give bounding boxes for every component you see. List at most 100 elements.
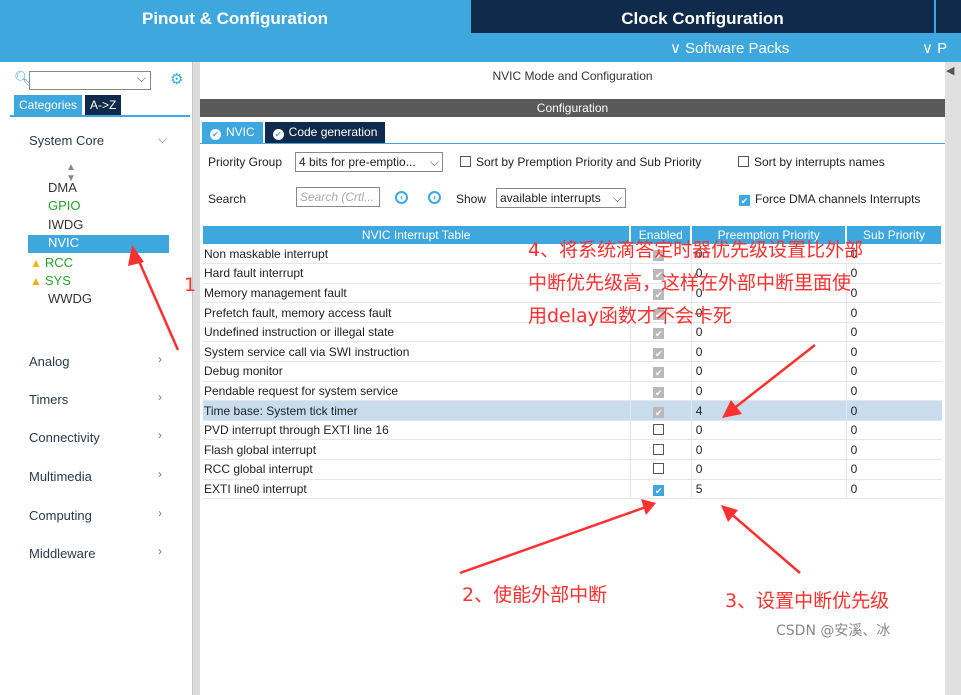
priority-group-label: Priority Group (208, 155, 283, 169)
table-row[interactable]: PVD interrupt through EXTI line 16 0 0 (203, 420, 942, 441)
category-computing[interactable]: Computing (29, 508, 92, 523)
software-packs-menu[interactable]: ∨ Software Packs (670, 38, 789, 60)
annotation-4-line3: 用delay函数才不会卡死 (528, 305, 732, 327)
chevron-down-icon: ⌵ (429, 155, 439, 169)
chevron-right-icon[interactable]: › (158, 544, 162, 558)
enabled-cell[interactable]: ✔ (629, 361, 692, 382)
preemption-priority-cell[interactable]: 0 (690, 420, 847, 441)
force-dma-label: Force DMA channels Interrupts (755, 192, 921, 206)
sub-priority-cell[interactable]: 0 (845, 341, 942, 363)
sub-priority-cell[interactable]: 0 (845, 439, 942, 461)
sort-names-checkbox[interactable]: Sort by interrupts names (738, 155, 885, 169)
checkbox-unchecked-icon[interactable] (653, 443, 665, 455)
chevron-right-icon[interactable]: › (158, 428, 162, 442)
search-prev-icon[interactable]: ‹ (395, 191, 408, 204)
category-middleware[interactable]: Middleware (29, 546, 95, 561)
tab-pinout-configuration[interactable]: Pinout & Configuration (0, 0, 470, 38)
sub-priority-cell[interactable]: 0 (845, 263, 942, 284)
warning-icon: ▲ (30, 274, 42, 288)
table-row[interactable]: Flash global interrupt 0 0 (203, 439, 942, 461)
chevron-right-icon[interactable]: › (158, 352, 162, 366)
tab-nvic[interactable]: ✔ NVIC (202, 122, 263, 143)
search-label: Search (208, 192, 247, 206)
core-item-dma[interactable]: DMA (48, 180, 77, 195)
sub-priority-cell[interactable]: 0 (845, 302, 942, 323)
chevron-right-icon[interactable]: › (158, 506, 162, 520)
sort-premption-label: Sort by Premption Priority and Sub Prior… (476, 155, 702, 169)
core-item-wwdg[interactable]: WWDG (48, 291, 92, 306)
sidebar-splitter[interactable] (193, 62, 200, 695)
priority-group-select[interactable]: 4 bits for pre-emptio... ⌵ (295, 152, 443, 172)
gear-icon[interactable]: ⚙ (170, 70, 183, 88)
sub-priority-cell[interactable]: 0 (845, 283, 942, 304)
enabled-cell[interactable]: ✔ (629, 341, 692, 363)
category-multimedia[interactable]: Multimedia (29, 469, 92, 484)
table-row[interactable]: Debug monitor ✔ 0 0 (203, 361, 942, 382)
interrupt-name: Debug monitor (203, 361, 631, 382)
sub-priority-cell[interactable]: 0 (845, 420, 942, 441)
chevron-right-icon[interactable]: › (158, 390, 162, 404)
category-connectivity[interactable]: Connectivity (29, 430, 100, 445)
core-item-iwdg[interactable]: IWDG (48, 217, 83, 232)
checkbox-checked-icon[interactable]: ✔ (653, 484, 665, 496)
sub-priority-cell[interactable]: 0 (845, 361, 942, 382)
collapse-arrow-icon[interactable]: ◀ (946, 64, 954, 77)
tab-categories[interactable]: Categories (14, 95, 83, 115)
category-analog[interactable]: Analog (29, 354, 69, 369)
sidebar-search-input[interactable]: ⌵ (29, 71, 151, 90)
tab-a-z[interactable]: A->Z (85, 95, 122, 115)
preemption-priority-cell[interactable]: 0 (690, 439, 847, 461)
enabled-cell[interactable] (629, 439, 692, 461)
sub-priority-cell[interactable]: 0 (845, 479, 942, 500)
preemption-priority-cell[interactable]: 0 (690, 381, 847, 402)
core-item-nvic[interactable]: NVIC (28, 235, 169, 253)
core-item-rcc[interactable]: ▲ RCC (30, 255, 73, 270)
table-row[interactable]: EXTI line0 interrupt ✔ 5 0 (203, 479, 942, 500)
tab-next[interactable] (934, 0, 961, 33)
pinout-menu[interactable]: ∨ P (922, 38, 947, 60)
enabled-cell[interactable]: ✔ (629, 381, 692, 402)
enabled-cell[interactable]: ✔ (629, 479, 692, 500)
chevron-right-icon[interactable]: › (158, 467, 162, 481)
core-item-gpio[interactable]: GPIO (48, 198, 81, 213)
sub-priority-cell[interactable]: 0 (845, 381, 942, 402)
annotation-4-line2: 中断优先级高，这样在外部中断里面使 (528, 272, 852, 294)
table-row[interactable]: System service call via SWI instruction ✔… (203, 341, 942, 363)
force-dma-checkbox[interactable]: ✔ Force DMA channels Interrupts (739, 192, 920, 206)
category-tabs: Categories A->Z (14, 95, 122, 115)
checkbox-disabled-icon: ✔ (653, 406, 665, 418)
sub-priority-cell[interactable]: 0 (845, 400, 942, 421)
core-item-sys[interactable]: ▲ SYS (30, 273, 71, 288)
tab-code-generation[interactable]: ✔ Code generation (264, 122, 386, 143)
checkbox-unchecked-icon[interactable] (653, 463, 665, 475)
show-select[interactable]: available interrupts ⌵ (496, 188, 626, 208)
table-row[interactable]: Pendable request for system service ✔ 0 0 (203, 381, 942, 402)
checkbox-unchecked-icon (460, 156, 471, 167)
annotation-3: 3、设置中断优先级 (725, 590, 890, 612)
interrupt-search-input[interactable]: Search (Crtl... (296, 187, 380, 207)
tab-clock-configuration[interactable]: Clock Configuration (471, 0, 934, 33)
chevron-down-icon[interactable]: ⌵ (137, 71, 146, 86)
category-system-core[interactable]: System Core (29, 133, 104, 148)
sort-premption-checkbox[interactable]: Sort by Premption Priority and Sub Prior… (460, 155, 701, 169)
chevron-down-icon[interactable]: ⌵ (158, 132, 167, 147)
enabled-cell[interactable]: ✔ (629, 400, 692, 421)
enabled-cell[interactable] (629, 420, 692, 441)
interrupt-name: Time base: System tick timer (203, 400, 631, 421)
preemption-priority-cell[interactable]: 5 (690, 479, 847, 500)
enabled-cell[interactable] (629, 459, 692, 480)
checkbox-unchecked-icon[interactable] (653, 424, 665, 436)
preemption-priority-cell[interactable]: 0 (690, 361, 847, 382)
category-timers[interactable]: Timers (29, 392, 68, 407)
search-next-icon[interactable]: › (428, 191, 441, 204)
sub-priority-cell[interactable]: 0 (845, 322, 942, 343)
right-scrollbar[interactable] (945, 62, 961, 695)
preemption-priority-cell[interactable]: 0 (690, 459, 847, 480)
table-row[interactable]: Time base: System tick timer ✔ 4 0 (203, 400, 942, 421)
preemption-priority-cell[interactable]: 4 (690, 400, 847, 421)
preemption-priority-cell[interactable]: 0 (690, 341, 847, 363)
checkbox-disabled-icon: ✔ (653, 347, 665, 359)
sub-priority-cell[interactable]: 0 (845, 459, 942, 480)
annotation-1: 1 (184, 274, 197, 296)
table-row[interactable]: RCC global interrupt 0 0 (203, 459, 942, 480)
